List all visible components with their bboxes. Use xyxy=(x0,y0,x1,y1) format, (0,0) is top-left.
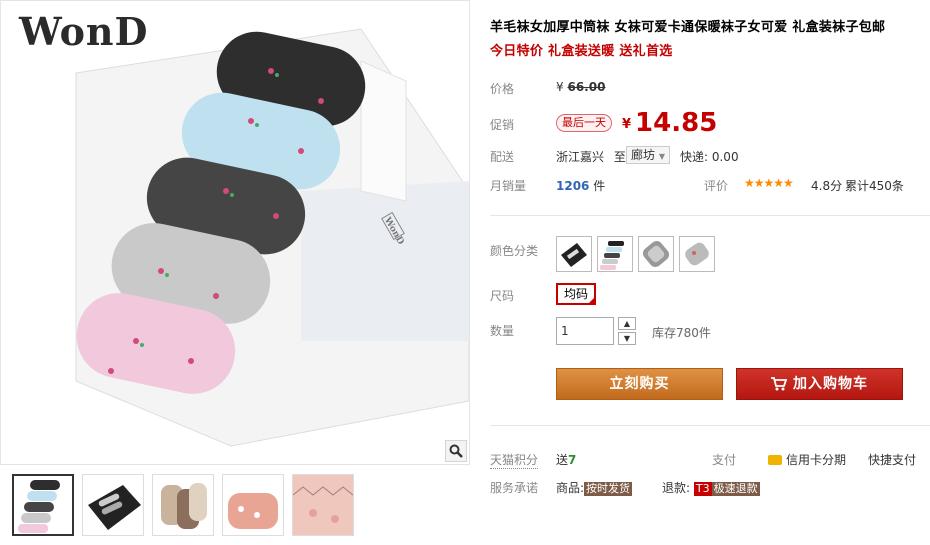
color-swatch-2[interactable] xyxy=(597,236,633,272)
credit-installment-link[interactable]: 信用卡分期 xyxy=(768,451,846,468)
sales-label: 月销量 xyxy=(490,179,527,193)
rating-score: 4.8分 xyxy=(811,179,843,193)
size-label: 尺码 xyxy=(490,289,515,303)
quantity-input[interactable]: 1 xyxy=(556,317,614,345)
chevron-down-icon: ▼ xyxy=(623,334,631,343)
chevron-up-icon: ▲ xyxy=(623,319,631,328)
product-title: 羊毛袜女加厚中筒袜 女袜可爱卡通保暖袜子女可爱 礼盒装袜子包邮 xyxy=(490,20,886,35)
price-label: 价格 xyxy=(490,82,515,96)
ship-to-word: 至 xyxy=(613,150,626,164)
promo-price: ¥14.85 xyxy=(622,108,717,138)
thumbnail-2[interactable] xyxy=(82,474,144,536)
main-product-image[interactable]: WonD WonD xyxy=(0,0,470,465)
monthly-sales: 1206 件 xyxy=(556,177,605,194)
color-swatch-3[interactable] xyxy=(638,236,674,272)
magnifier-icon xyxy=(449,444,463,458)
promo-price-currency: ¥ xyxy=(622,117,632,132)
thumbnail-1[interactable] xyxy=(12,474,74,536)
product-photo: WonD xyxy=(75,28,469,447)
color-swatches xyxy=(556,236,715,272)
rating-label: 评价 xyxy=(704,179,729,193)
buy-now-button[interactable]: 立刻购买 xyxy=(556,368,723,400)
credit-installment-label: 信用卡分期 xyxy=(786,453,847,467)
fast-refund-badge[interactable]: 极速退款 xyxy=(711,482,760,496)
divider xyxy=(490,425,930,426)
divider xyxy=(490,215,930,216)
original-price: ¥ 66.00 xyxy=(556,80,605,94)
sales-unit: 件 xyxy=(593,179,606,193)
thumbnail-4[interactable] xyxy=(222,474,284,536)
review-count-link[interactable]: 累计450条 xyxy=(845,177,904,194)
points-number: 7 xyxy=(568,453,577,467)
stock-count: 库存780件 xyxy=(652,326,711,340)
thumbnail-5[interactable] xyxy=(292,474,354,536)
points-prefix: 送 xyxy=(556,453,569,467)
service-refund: 退款: T3 极速退款 xyxy=(662,479,760,496)
ship-to-city: 廊坊 xyxy=(631,148,656,162)
quantity-decrease-button[interactable]: ▼ xyxy=(618,332,636,345)
promo-tag: 最后一天 xyxy=(556,114,612,132)
chevron-down-icon: ▼ xyxy=(658,152,665,161)
promo-price-value: 14.85 xyxy=(635,108,718,138)
cart-icon xyxy=(771,377,788,391)
service-label: 服务承诺 xyxy=(490,481,539,495)
quick-pay-link[interactable]: 快捷支付 xyxy=(868,451,916,468)
quantity-label: 数量 xyxy=(490,324,515,338)
points-value: 送7 xyxy=(556,451,576,468)
product-subtitle: 今日特价 礼盒装送暖 送礼首选 xyxy=(490,44,673,59)
color-swatch-4[interactable] xyxy=(679,236,715,272)
payment-label: 支付 xyxy=(712,453,737,467)
shipping-label: 配送 xyxy=(490,150,515,164)
add-to-cart-label: 加入购物车 xyxy=(793,376,868,392)
color-swatch-1[interactable] xyxy=(556,236,592,272)
size-option-selected[interactable]: 均码 xyxy=(556,283,596,305)
rating-stars-icon: ★★★★★ xyxy=(744,176,794,190)
quantity-increase-button[interactable]: ▲ xyxy=(618,317,636,330)
thumbnail-3[interactable] xyxy=(152,474,214,536)
points-label-link[interactable]: 天猫积分 xyxy=(490,451,539,469)
ship-from-city: 浙江嘉兴 xyxy=(556,150,605,164)
zoom-button[interactable] xyxy=(445,440,467,462)
selected-check-icon xyxy=(587,296,596,305)
brand-logo: WonD xyxy=(19,9,149,54)
thumbnail-strip xyxy=(12,474,354,536)
original-price-currency: ¥ xyxy=(556,80,564,94)
shipping-fee: 快递: 0.00 xyxy=(680,150,739,164)
color-label: 颜色分类 xyxy=(490,244,539,258)
service-on-time: 商品: 按时发货 xyxy=(556,479,633,496)
original-price-value: 66.00 xyxy=(567,80,606,94)
on-time-shipping-badge[interactable]: 按时发货 xyxy=(584,482,633,496)
add-to-cart-button[interactable]: 加入购物车 xyxy=(736,368,903,400)
size-option-label: 均码 xyxy=(563,287,588,301)
service-refund-prefix: 退款: xyxy=(662,481,691,495)
credit-card-icon xyxy=(768,455,782,465)
promo-label: 促销 xyxy=(490,118,515,132)
ship-to-selector[interactable]: 廊坊 ▼ xyxy=(626,146,670,164)
ship-from: 浙江嘉兴 至 xyxy=(556,148,626,165)
t3-badge: T3 xyxy=(693,482,712,496)
sales-count: 1206 xyxy=(556,179,590,193)
service-goods-prefix: 商品: xyxy=(556,481,585,495)
